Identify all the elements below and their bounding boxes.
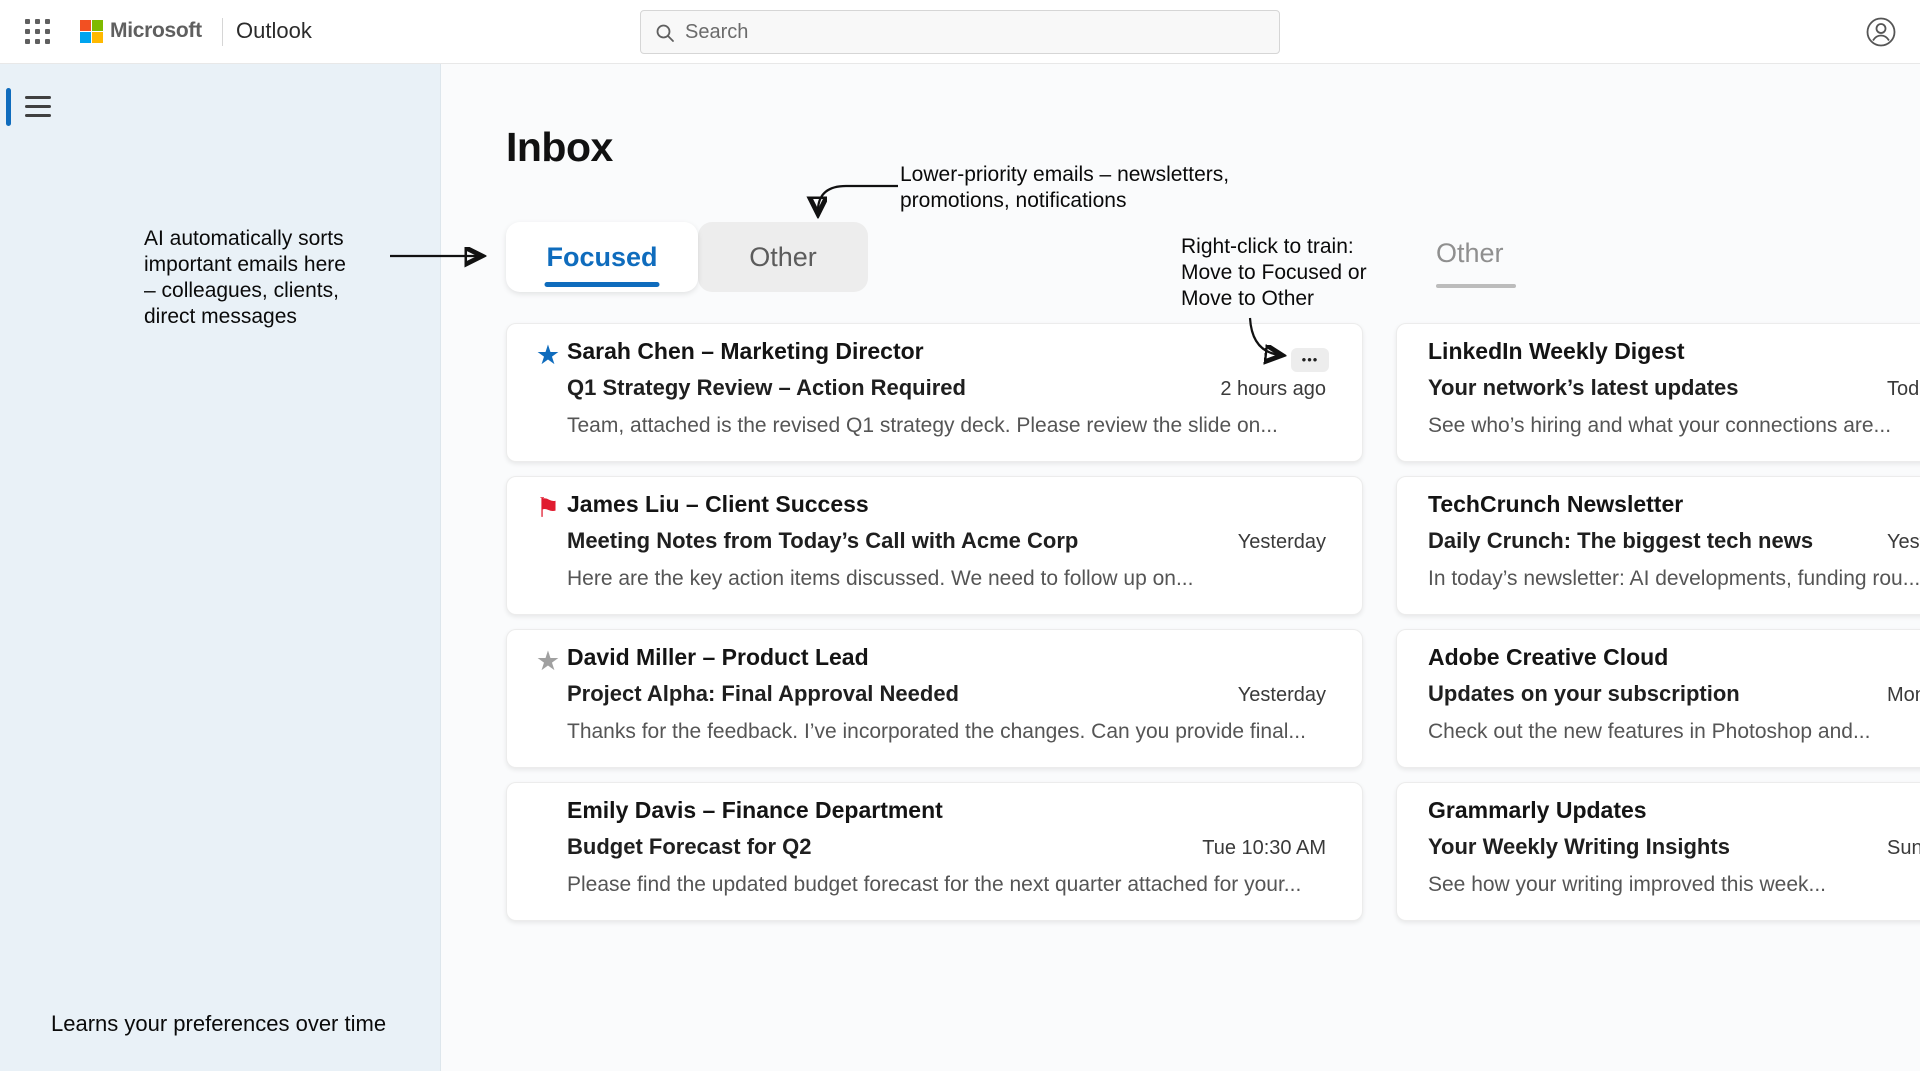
page-title: Inbox (506, 124, 613, 171)
email-item-other-2[interactable]: TechCrunch Newsletter Daily Crunch: The … (1396, 476, 1920, 615)
email-item-other-1[interactable]: LinkedIn Weekly Digest Your network’s la… (1396, 323, 1920, 462)
sidebar (0, 64, 441, 1071)
email-subject: Updates on your subscription (1428, 681, 1740, 707)
search-input[interactable] (685, 11, 1265, 53)
email-preview: Check out the new features in Photoshop … (1428, 720, 1870, 744)
email-item-focused-1[interactable]: ★ Sarah Chen – Marketing Director ••• Q1… (506, 323, 1363, 462)
email-time: Sun (1887, 837, 1920, 860)
email-time: 2 hours ago (1220, 378, 1326, 401)
email-time: Today (1887, 378, 1920, 401)
email-preview: Please find the updated budget forecast … (567, 873, 1301, 897)
annotation-train-note: Right-click to train: Move to Focused or… (1181, 234, 1411, 312)
email-time: Yesterday (1238, 684, 1326, 707)
email-time: Yesterday (1887, 531, 1920, 554)
flag-icon[interactable]: ⚑ (533, 493, 563, 523)
email-sender: Sarah Chen – Marketing Director (567, 338, 924, 365)
app-launcher-icon[interactable] (18, 12, 58, 52)
star-icon[interactable]: ★ (533, 646, 563, 676)
search-box (640, 10, 1280, 54)
email-time: Tue 10:30 AM (1202, 837, 1326, 860)
tab-other[interactable]: Other (698, 222, 868, 292)
focused-tab-underline (545, 282, 660, 287)
email-subject: Q1 Strategy Review – Action Required (567, 375, 966, 401)
microsoft-logo (80, 20, 103, 43)
annotation-focused-note: AI automatically sorts important emails … (144, 226, 414, 330)
email-item-focused-4[interactable]: Emily Davis – Finance Department Budget … (506, 782, 1363, 921)
email-subject: Project Alpha: Final Approval Needed (567, 681, 959, 707)
tab-focused[interactable]: Focused (506, 222, 698, 292)
search-icon (655, 23, 675, 43)
email-sender: David Miller – Product Lead (567, 644, 869, 671)
annotation-other-note: Lower-priority emails – newsletters, pro… (900, 162, 1320, 214)
app-name: Outlook (236, 18, 312, 44)
email-sender: Grammarly Updates (1428, 797, 1647, 824)
email-item-focused-2[interactable]: ⚑ James Liu – Client Success Meeting Not… (506, 476, 1363, 615)
email-item-focused-3[interactable]: ★ David Miller – Product Lead Project Al… (506, 629, 1363, 768)
top-bar: Microsoft Outlook (0, 0, 1920, 64)
email-preview: See who’s hiring and what your connectio… (1428, 414, 1891, 438)
email-time: Mon (1887, 684, 1920, 707)
email-subject: Meeting Notes from Today’s Call with Acm… (567, 528, 1078, 554)
email-time: Yesterday (1238, 531, 1326, 554)
account-button[interactable] (1860, 11, 1902, 53)
email-preview: In today’s newsletter: AI developments, … (1428, 567, 1920, 591)
other-column-tab[interactable]: Other (1436, 238, 1504, 269)
tab-focused-label: Focused (546, 242, 657, 272)
star-icon[interactable]: ★ (533, 340, 563, 370)
annotation-learns-note: Learns your preferences over time (51, 1011, 386, 1037)
email-subject: Budget Forecast for Q2 (567, 834, 811, 860)
account-icon (1860, 11, 1902, 53)
email-item-other-4[interactable]: Grammarly Updates Your Weekly Writing In… (1396, 782, 1920, 921)
tab-other-label: Other (749, 242, 817, 272)
microsoft-brand-text: Microsoft (110, 19, 202, 43)
hamburger-menu-icon[interactable] (18, 86, 58, 126)
email-preview: See how your writing improved this week.… (1428, 873, 1826, 897)
sidebar-selection-accent (6, 88, 11, 126)
email-preview: Here are the key action items discussed.… (567, 567, 1193, 591)
more-options-icon[interactable]: ••• (1291, 348, 1329, 372)
topbar-divider (222, 18, 223, 46)
other-column-underline (1436, 284, 1516, 288)
email-preview: Team, attached is the revised Q1 strateg… (567, 414, 1278, 438)
email-sender: TechCrunch Newsletter (1428, 491, 1683, 518)
email-sender: Adobe Creative Cloud (1428, 644, 1668, 671)
email-subject: Your Weekly Writing Insights (1428, 834, 1730, 860)
email-sender: James Liu – Client Success (567, 491, 869, 518)
email-sender: LinkedIn Weekly Digest (1428, 338, 1684, 365)
email-preview: Thanks for the feedback. I’ve incorporat… (567, 720, 1306, 744)
outlook-window: Microsoft Outlook Inbox Focused (0, 0, 1920, 1071)
email-item-other-3[interactable]: Adobe Creative Cloud Updates on your sub… (1396, 629, 1920, 768)
email-subject: Daily Crunch: The biggest tech news (1428, 528, 1813, 554)
email-sender: Emily Davis – Finance Department (567, 797, 943, 824)
email-subject: Your network’s latest updates (1428, 375, 1739, 401)
